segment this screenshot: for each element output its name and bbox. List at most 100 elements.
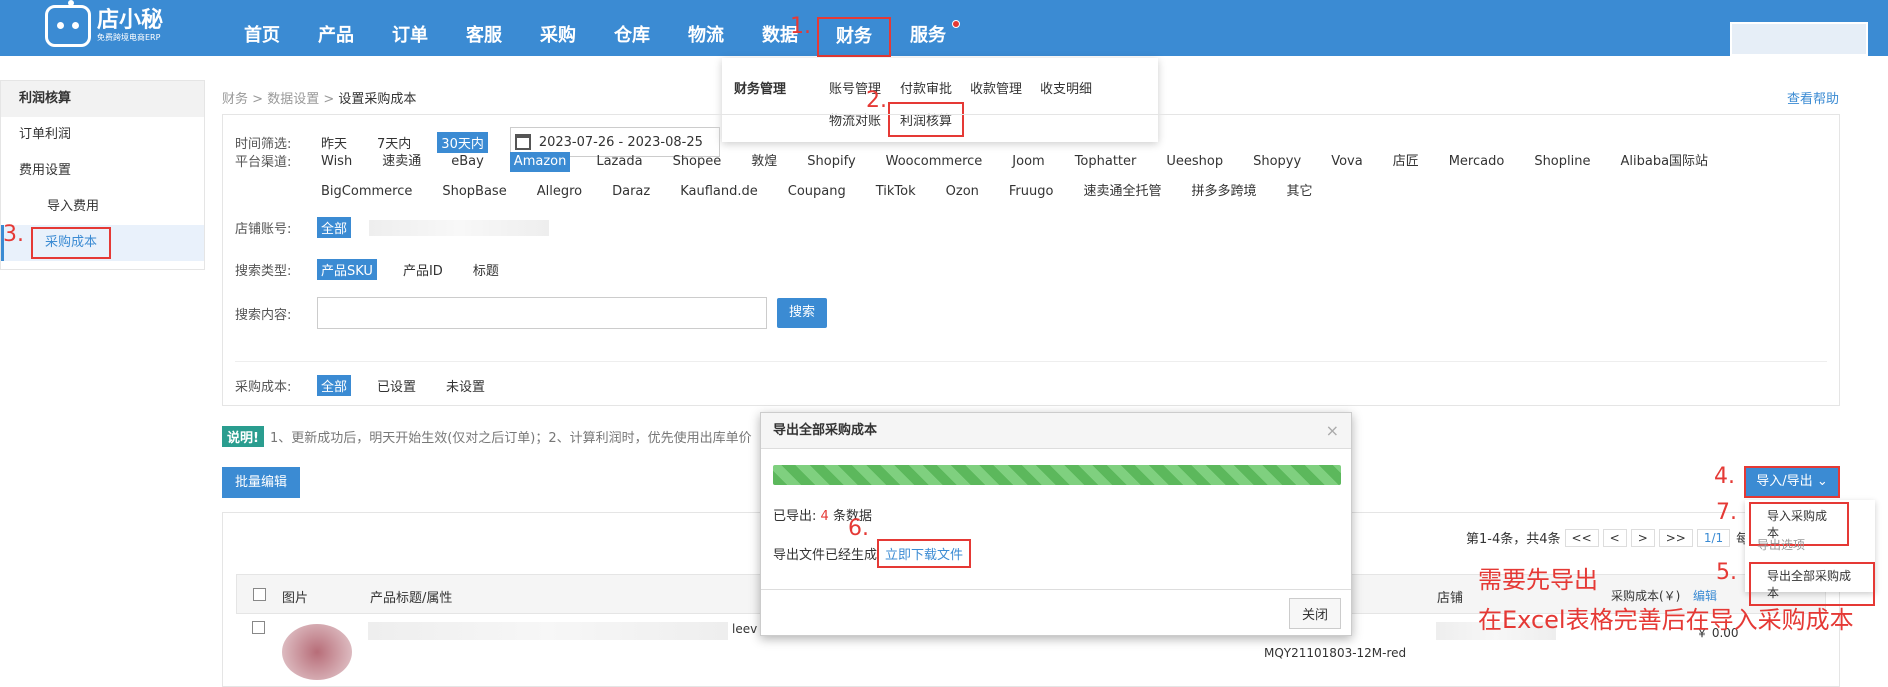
platform-option[interactable]: Coupang (784, 182, 850, 202)
platform-option[interactable]: 其它 (1282, 182, 1316, 202)
platform-list: Wish 速卖通 eBay Amazon Lazada Shopee 敦煌 Shopify Wo… (317, 147, 1817, 207)
pager-next[interactable]: > (1630, 528, 1655, 547)
modal-close-icon[interactable]: × (1326, 421, 1339, 440)
tip-line-2: 在Excel表格完善后在导入采购成本 (1478, 606, 1854, 634)
annotation-2: 2. (866, 88, 887, 113)
sidebar-item-purchase-cost[interactable]: 采购成本 (1, 225, 204, 261)
select-all-checkbox[interactable] (253, 588, 266, 601)
platform-option[interactable]: Shopyy (1249, 152, 1305, 172)
nav-warehouse[interactable]: 仓库 (595, 0, 669, 56)
search-type-product-id[interactable]: 产品ID (399, 259, 447, 280)
logo[interactable]: 店小秘 免费跨境电商ERP (45, 0, 164, 47)
platform-option[interactable]: Lazada (592, 152, 646, 172)
platform-option[interactable]: 速卖通 (378, 152, 425, 172)
breadcrumb-finance[interactable]: 财务 (222, 92, 248, 107)
menu-income-detail[interactable]: 收支明细 (1040, 78, 1092, 97)
cost-option-set[interactable]: 已设置 (373, 375, 420, 396)
user-area[interactable] (1730, 22, 1868, 56)
modal-close-button[interactable]: 关闭 (1288, 598, 1341, 629)
annotation-7: 7. (1716, 500, 1737, 525)
platform-option[interactable]: Mercado (1445, 152, 1509, 172)
platform-option[interactable]: 敦煌 (747, 152, 781, 172)
top-nav: 店小秘 免费跨境电商ERP 首页 产品 订单 客服 采购 仓库 物流 数据 财务… (0, 0, 1888, 57)
annotation-3: 3. (3, 222, 24, 247)
menu-collection-manage[interactable]: 收款管理 (970, 78, 1022, 97)
platform-option[interactable]: Shopline (1530, 152, 1594, 172)
store-label: 店铺账号: (235, 222, 292, 237)
col-title: 产品标题/属性 (370, 591, 453, 606)
pager-prev[interactable]: < (1602, 528, 1627, 547)
notification-dot (952, 20, 960, 28)
import-export-button[interactable]: 导入/导出 ⌄ (1744, 466, 1840, 498)
tip-line-1: 需要先导出 (1478, 566, 1598, 594)
platform-option[interactable]: Fruugo (1005, 182, 1058, 202)
pager-last[interactable]: >> (1658, 528, 1693, 547)
batch-edit-button[interactable]: 批量编辑 (222, 467, 300, 498)
nav-purchase[interactable]: 采购 (521, 0, 595, 56)
nav-orders[interactable]: 订单 (373, 0, 447, 56)
sidebar: 利润核算 订单利润 费用设置 导入费用 采购成本 (0, 80, 205, 270)
platform-option[interactable]: Tophatter (1071, 152, 1141, 172)
annotation-1: 1. (790, 14, 811, 39)
nav-logistics[interactable]: 物流 (669, 0, 743, 56)
main-menu: 首页 产品 订单 客服 采购 仓库 物流 数据 财务 服务 (225, 0, 965, 57)
platform-option[interactable]: ShopBase (438, 182, 510, 202)
search-type-title[interactable]: 标题 (469, 259, 503, 280)
platform-option[interactable]: Ozon (942, 182, 983, 202)
row-sku-prefix: leev (732, 622, 758, 636)
search-button[interactable]: 搜索 (777, 298, 828, 328)
nav-services[interactable]: 服务 (891, 0, 965, 56)
sidebar-item-fee-settings[interactable]: 费用设置 (1, 153, 204, 189)
exported-count: 4 (820, 509, 829, 524)
sidebar-item-order-profit[interactable]: 订单利润 (1, 117, 204, 153)
modal-title: 导出全部采购成本 (761, 413, 1351, 449)
note-text: 1、更新成功后，明天开始生效(仅对之后订单)；2、计算利润时，优先使用出库单价 (269, 431, 752, 446)
platform-option[interactable]: Alibaba国际站 (1616, 152, 1712, 172)
store-all-option[interactable]: 全部 (317, 217, 352, 238)
nav-home[interactable]: 首页 (225, 0, 299, 56)
sidebar-item-import-fees[interactable]: 导入费用 (1, 189, 204, 225)
platform-option[interactable]: Shopify (803, 152, 859, 172)
platform-option[interactable]: 店匠 (1389, 152, 1423, 172)
nav-finance[interactable]: 财务 (817, 17, 891, 57)
help-link[interactable]: 查看帮助 (1787, 88, 1839, 107)
menu-payment-approval[interactable]: 付款审批 (900, 78, 952, 97)
cost-option-unset[interactable]: 未设置 (442, 375, 489, 396)
pager-first[interactable]: << (1564, 528, 1599, 547)
pager-page[interactable]: 1/1 (1696, 528, 1731, 547)
platform-option[interactable]: Daraz (608, 182, 654, 202)
platform-option[interactable]: Shopee (669, 152, 726, 172)
platform-option[interactable]: Ueeshop (1162, 152, 1227, 172)
download-file-link[interactable]: 立即下载文件 (877, 539, 972, 568)
platform-option[interactable]: TikTok (872, 182, 920, 202)
logo-title: 店小秘 (97, 8, 164, 33)
platform-option[interactable]: Joom (1008, 152, 1048, 172)
cost-option-all[interactable]: 全部 (317, 375, 352, 396)
platform-option[interactable]: eBay (447, 152, 488, 172)
platform-option[interactable]: Wish (317, 152, 356, 172)
robot-logo-icon (45, 0, 91, 47)
nav-products[interactable]: 产品 (299, 0, 373, 56)
search-type-sku[interactable]: 产品SKU (317, 259, 377, 280)
breadcrumb: 财务 > 数据设置 > 设置采购成本 (222, 92, 417, 107)
search-type-label: 搜索类型: (235, 264, 292, 279)
platform-option[interactable]: BigCommerce (317, 182, 416, 202)
platform-option[interactable]: Woocommerce (882, 152, 987, 172)
platform-option[interactable]: Vova (1327, 152, 1367, 172)
note-tag: 说明! (222, 426, 264, 447)
file-generated-line: 导出文件已经生成 立即下载文件 (773, 539, 972, 568)
platform-option[interactable]: Kaufland.de (676, 182, 762, 202)
pager-summary: 第1-4条，共4条 (1466, 532, 1561, 547)
nav-service[interactable]: 客服 (447, 0, 521, 56)
col-store: 店铺 (1437, 591, 1464, 606)
search-input[interactable] (317, 297, 767, 329)
platform-option[interactable]: 拼多多跨境 (1187, 182, 1260, 202)
platform-option[interactable]: Allegro (533, 182, 586, 202)
breadcrumb-data-settings[interactable]: 数据设置 (267, 92, 319, 107)
platform-option[interactable]: 速卖通全托管 (1079, 182, 1165, 202)
sidebar-header: 利润核算 (1, 81, 204, 117)
platform-option[interactable]: Amazon (509, 152, 571, 172)
row-checkbox[interactable] (252, 621, 265, 634)
product-thumbnail (282, 624, 352, 680)
note-bar: 说明! 1、更新成功后，明天开始生效(仅对之后订单)；2、计算利润时，优先使用出… (222, 426, 752, 447)
